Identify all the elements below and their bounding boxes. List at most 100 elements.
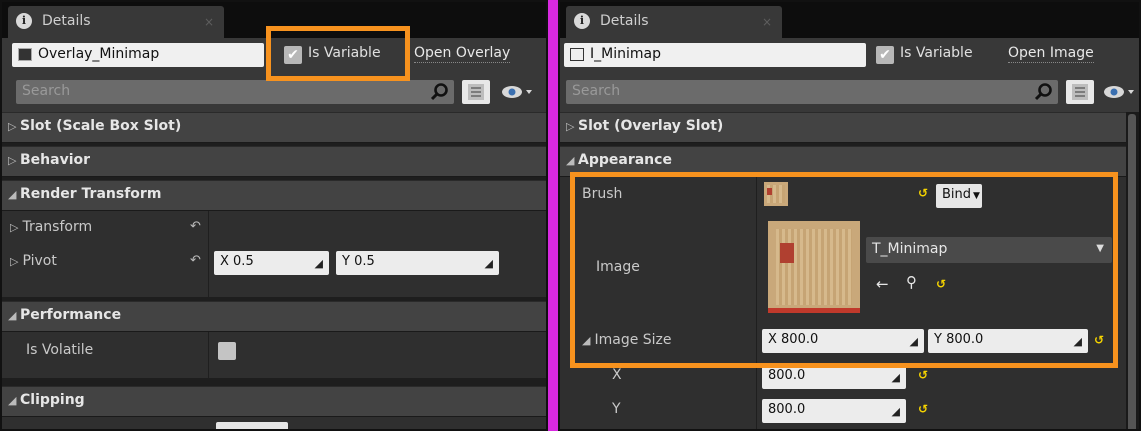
reset-to-default-icon[interactable]: ↺ (936, 277, 946, 291)
image-size-label: Image Size (594, 332, 672, 348)
open-image-link[interactable]: Open Image (1008, 45, 1094, 63)
header-row: I_Minimap ✔ Is Variable Open Image (560, 38, 1139, 72)
image-asset-dropdown[interactable]: T_Minimap ▼ (866, 237, 1112, 263)
category-slot[interactable]: ▷ Slot (Scale Box Slot) (2, 112, 546, 142)
details-panel-right: i Details × I_Minimap ✔ Is Variable Open… (558, 0, 1141, 431)
x-value-field[interactable]: 800.0 ◢ (762, 365, 906, 389)
property-row-x[interactable]: X 800.0 ◢ ↺ (560, 359, 1126, 393)
brush-thumbnail[interactable] (764, 182, 788, 206)
widget-name-field[interactable]: Overlay_Minimap (12, 43, 264, 67)
y-label: Y (612, 401, 621, 417)
search-icon[interactable] (430, 82, 450, 102)
pivot-y-field[interactable]: Y 0.5 ◢ (336, 251, 499, 275)
transform-label: Transform (22, 219, 93, 235)
grid-icon (1072, 84, 1088, 100)
is-variable-checkbox[interactable]: ✔ (876, 46, 894, 64)
property-row-image-size[interactable]: ◢ Image Size X 800.0 ◢ Y 800.0 ◢ ↺ (560, 323, 1126, 359)
category-slot[interactable]: ▷ Slot (Overlay Slot) (560, 112, 1126, 142)
widget-name-field[interactable]: I_Minimap (564, 43, 866, 67)
info-icon: i (574, 13, 590, 29)
drag-handle-icon[interactable]: ◢ (1074, 335, 1082, 348)
pivot-y-value: Y 0.5 (342, 254, 375, 269)
property-row-image[interactable]: Image T_Minimap ▼ ← ⚲ ↺ (560, 213, 1126, 323)
property-row-is-volatile[interactable]: Is Volatile (2, 332, 546, 378)
eye-icon[interactable] (1102, 82, 1136, 102)
search-row: Search (2, 72, 546, 112)
drag-handle-icon[interactable]: ◢ (910, 335, 918, 348)
drag-handle-icon[interactable]: ◢ (892, 405, 900, 418)
dropdown-arrow-icon: ▼ (1096, 243, 1104, 254)
property-label: ◢ Image Size (582, 332, 672, 348)
image-size-x-field[interactable]: X 800.0 ◢ (762, 329, 924, 353)
thumbnail-marker (767, 188, 772, 195)
bind-dropdown-button[interactable]: Bind ▼ (936, 184, 982, 208)
y-value-field[interactable]: 800.0 ◢ (762, 399, 906, 423)
is-variable-toggle[interactable]: ✔ Is Variable (876, 43, 986, 67)
reset-to-default-icon[interactable]: ↶ (190, 253, 201, 268)
search-icon[interactable] (1034, 82, 1054, 102)
use-selected-asset-icon[interactable]: ← (876, 275, 889, 293)
reset-to-default-icon[interactable]: ↺ (918, 402, 928, 416)
close-icon[interactable]: × (204, 15, 214, 29)
y-value: 800.0 (768, 402, 806, 417)
property-row-y[interactable]: Y 800.0 ◢ ↺ (560, 393, 1126, 429)
drag-handle-icon[interactable]: ◢ (315, 257, 323, 270)
view-options-button[interactable] (462, 80, 490, 104)
image-size-x-value: X 800.0 (768, 332, 819, 347)
reset-to-default-icon[interactable]: ↺ (1094, 333, 1104, 347)
eye-icon[interactable] (500, 82, 534, 102)
close-icon[interactable]: × (762, 15, 772, 29)
view-options-button[interactable] (1066, 80, 1094, 104)
tab-details[interactable]: i Details × (566, 6, 782, 38)
image-size-y-value: Y 800.0 (934, 332, 984, 347)
reset-to-default-icon[interactable]: ↺ (918, 368, 928, 382)
image-thumbnail[interactable] (768, 221, 860, 313)
header-row: Overlay_Minimap ✔ Is Variable Open Overl… (2, 38, 546, 72)
expanded-arrow-icon: ◢ (582, 334, 591, 347)
widget-name: I_Minimap (590, 46, 661, 62)
category-label: Performance (20, 307, 122, 323)
bind-label: Bind (942, 187, 972, 202)
property-row-transform[interactable]: ▷ Transform ↶ (2, 211, 546, 245)
collapsed-arrow-icon: ▷ (8, 154, 17, 167)
reset-to-default-icon[interactable]: ↶ (190, 219, 201, 234)
category-render-transform[interactable]: ◢ Render Transform (2, 180, 546, 210)
clipping-dropdown[interactable] (216, 422, 288, 429)
info-icon: i (16, 13, 32, 29)
search-placeholder: Search (22, 83, 71, 99)
category-label: Slot (Scale Box Slot) (20, 118, 182, 134)
grid-icon (468, 84, 484, 100)
category-clipping[interactable]: ◢ Clipping (2, 386, 546, 416)
property-row-pivot[interactable]: ▷ Pivot ↶ X 0.5 ◢ Y 0.5 ◢ (2, 245, 546, 297)
pivot-label: Pivot (22, 253, 57, 269)
expanded-arrow-icon: ◢ (8, 188, 17, 201)
drag-handle-icon[interactable]: ◢ (892, 371, 900, 384)
tab-details[interactable]: i Details × (8, 6, 224, 38)
is-volatile-checkbox[interactable] (218, 342, 236, 360)
panel-divider (548, 0, 558, 431)
brush-label: Brush (582, 186, 623, 202)
image-size-y-field[interactable]: Y 800.0 ◢ (928, 329, 1088, 353)
open-overlay-link[interactable]: Open Overlay (414, 45, 511, 63)
browse-asset-icon[interactable]: ⚲ (906, 273, 917, 291)
property-label: ▷ Pivot (10, 253, 57, 269)
category-appearance[interactable]: ◢ Appearance (560, 146, 1126, 176)
pivot-x-field[interactable]: X 0.5 ◢ (214, 251, 329, 275)
category-behavior[interactable]: ▷ Behavior (2, 146, 546, 176)
tab-title: Details (600, 13, 649, 29)
tab-strip: i Details × (2, 2, 546, 38)
tab-title: Details (42, 13, 91, 29)
dropdown-arrow-icon: ▼ (973, 191, 980, 201)
category-label: Clipping (20, 392, 85, 408)
is-variable-checkbox[interactable]: ✔ (284, 46, 302, 64)
reset-to-default-icon[interactable]: ↺ (918, 186, 928, 200)
is-variable-toggle[interactable]: ✔ Is Variable (284, 43, 394, 67)
category-performance[interactable]: ◢ Performance (2, 301, 546, 331)
drag-handle-icon[interactable]: ◢ (485, 257, 493, 270)
scrollbar[interactable] (1128, 114, 1136, 429)
search-input[interactable]: Search (16, 80, 454, 104)
property-row-brush[interactable]: Brush ↺ Bind ▼ (560, 177, 1126, 213)
search-input[interactable]: Search (566, 80, 1058, 104)
category-label: Appearance (578, 152, 672, 168)
collapsed-arrow-icon: ▷ (566, 120, 575, 133)
